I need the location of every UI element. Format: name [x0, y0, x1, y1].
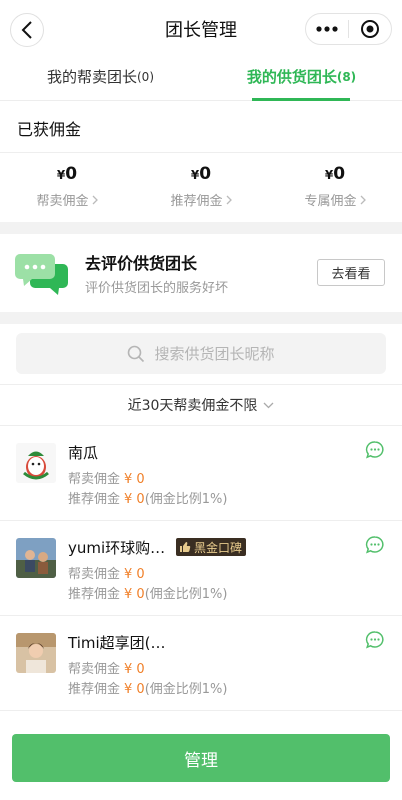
chat-bubbles-icon [15, 254, 68, 295]
list-item[interactable]: 南瓜 帮卖佣金 ¥ 0 推荐佣金 ¥ 0(佣金比例1%) [0, 426, 402, 521]
review-go-button[interactable]: 去看看 [317, 259, 385, 286]
page-title: 团长管理 [165, 20, 237, 41]
chevron-right-icon [360, 195, 366, 204]
commission-value: ¥0 [324, 164, 346, 184]
list-item[interactable]: Timi超享团(… 帮卖佣金 ¥ 0 推荐佣金 ¥ 0(佣金比例1%) [0, 616, 402, 711]
thumbs-up-icon [180, 542, 191, 552]
chat-icon[interactable] [365, 535, 385, 555]
search-placeholder: 搜索供货团长昵称 [154, 345, 275, 363]
nav-bar: 团长管理 [0, 0, 402, 58]
review-banner: 去评价供货团长 评价供货团长的服务好坏 去看看 [0, 234, 402, 312]
tab-label: 我的帮卖团长 [46, 68, 137, 86]
divider [0, 152, 402, 153]
commission-sell[interactable]: ¥0 帮卖佣金 [0, 163, 134, 213]
search-icon [128, 345, 145, 362]
tab-supply-leaders[interactable]: 我的供货团长 (8) [201, 53, 402, 101]
referral-commission: 推荐佣金 ¥ 0(佣金比例1%) [68, 682, 228, 697]
target-icon [361, 20, 379, 38]
chevron-right-icon [226, 195, 232, 204]
commission-summary: ¥0 帮卖佣金 ¥0 推荐佣金 ¥0 专属佣金 [0, 163, 402, 213]
referral-commission: 推荐佣金 ¥ 0(佣金比例1%) [68, 587, 228, 602]
review-subtitle: 评价供货团长的服务好坏 [85, 281, 229, 296]
leader-name: 南瓜 [68, 444, 99, 462]
mini-program-capsule [305, 13, 392, 45]
manage-button[interactable]: 管理 [12, 734, 390, 782]
sell-commission: 帮卖佣金 ¥ 0 [68, 567, 145, 582]
commission-label: 帮卖佣金 [36, 190, 98, 209]
earned-title: 已获佣金 [17, 120, 82, 139]
more-button[interactable] [306, 14, 348, 44]
commission-label: 推荐佣金 [170, 190, 232, 209]
chevron-right-icon [92, 195, 98, 204]
chat-icon[interactable] [365, 630, 385, 650]
leader-list: 南瓜 帮卖佣金 ¥ 0 推荐佣金 ¥ 0(佣金比例1%) yumi环球购… 黑金口碑… [0, 426, 402, 711]
leader-name: Timi超享团(… [68, 634, 166, 652]
section-gap [0, 222, 402, 234]
commission-value: ¥0 [56, 164, 78, 184]
section-gap [0, 312, 402, 324]
divider [0, 384, 402, 385]
chevron-left-icon [21, 21, 32, 39]
more-dots-icon [316, 26, 338, 32]
tab-bar: 我的帮卖团长 (0) 我的供货团长 (8) [0, 53, 402, 101]
avatar [16, 633, 56, 673]
avatar [16, 538, 56, 578]
filter-dropdown[interactable]: 近30天帮卖佣金不限 [0, 395, 402, 415]
commission-label: 专属佣金 [304, 190, 366, 209]
tab-sell-leaders[interactable]: 我的帮卖团长 (0) [0, 53, 201, 100]
avatar-image [16, 538, 56, 578]
avatar [16, 443, 56, 483]
commission-referral[interactable]: ¥0 推荐佣金 [134, 163, 268, 213]
leader-name: yumi环球购… [68, 539, 166, 557]
avatar-image [16, 443, 56, 483]
sell-commission: 帮卖佣金 ¥ 0 [68, 662, 145, 677]
chevron-down-icon [263, 402, 274, 408]
tab-count: (0) [137, 69, 154, 84]
tab-count: (8) [336, 69, 357, 84]
close-mini-program-button[interactable] [349, 14, 391, 44]
status-badge: 黑金口碑 [176, 538, 247, 556]
avatar-image [16, 633, 56, 673]
search-input[interactable]: 搜索供货团长昵称 [16, 333, 386, 374]
back-button[interactable] [10, 13, 44, 47]
list-item[interactable]: yumi环球购… 黑金口碑 帮卖佣金 ¥ 0 推荐佣金 ¥ 0(佣金比例1%) [0, 521, 402, 616]
review-title: 去评价供货团长 [85, 254, 198, 273]
commission-value: ¥0 [190, 164, 212, 184]
filter-label: 近30天帮卖佣金不限 [127, 398, 258, 414]
referral-commission: 推荐佣金 ¥ 0(佣金比例1%) [68, 492, 228, 507]
commission-exclusive[interactable]: ¥0 专属佣金 [268, 163, 402, 213]
sell-commission: 帮卖佣金 ¥ 0 [68, 472, 145, 487]
chat-icon[interactable] [365, 440, 385, 460]
tab-label: 我的供货团长 [246, 68, 337, 86]
